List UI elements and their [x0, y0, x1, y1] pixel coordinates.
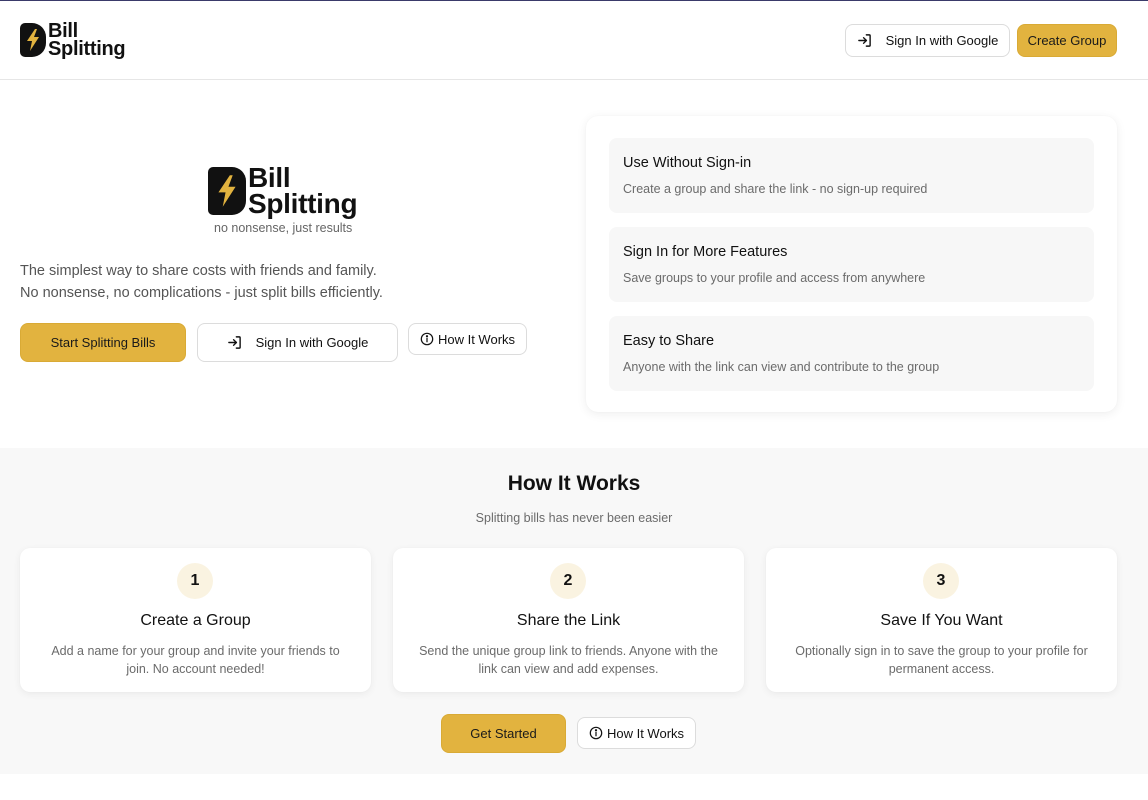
- hero-description-line1: The simplest way to share costs with fri…: [20, 263, 377, 279]
- hero-how-label: How It Works: [437, 331, 516, 347]
- section-how-label: How It Works: [606, 725, 685, 741]
- hero-logo-wordmark: Bill Splitting: [248, 162, 358, 219]
- header-logo[interactable]: Bill Splitting: [20, 21, 126, 61]
- features-card: Use Without Sign-in Create a group and s…: [586, 116, 1117, 412]
- brand-tagline: no nonsense, just results: [214, 221, 353, 235]
- section-how-it-works-button[interactable]: How It Works: [577, 717, 696, 749]
- lightning-bolt-icon: [20, 23, 46, 58]
- hero-description-line2: No nonsense, no complications - just spl…: [20, 284, 383, 301]
- step-title: Save If You Want: [880, 612, 1003, 629]
- step-text: Send the unique group link to friends. A…: [419, 644, 718, 676]
- feature-item: Use Without Sign-in Create a group and s…: [609, 138, 1094, 213]
- feature-item: Easy to Share Anyone with the link can v…: [609, 316, 1094, 391]
- get-started-label: Get Started: [470, 726, 537, 741]
- feature-title: Use Without Sign-in: [623, 155, 752, 171]
- feature-text: Create a group and share the link - no s…: [623, 182, 928, 196]
- feature-title: Easy to Share: [623, 333, 715, 349]
- sign-in-icon: [227, 335, 242, 350]
- logo-line2: Splitting: [48, 38, 126, 61]
- feature-text: Save groups to your profile and access f…: [623, 271, 926, 285]
- hero-signin-label: Sign In with Google: [255, 335, 369, 350]
- hero-how-it-works-button[interactable]: How It Works: [408, 323, 527, 355]
- feature-text: Anyone with the link can view and contri…: [623, 360, 940, 374]
- step-number: 2: [550, 563, 586, 599]
- how-title: How It Works: [507, 472, 641, 495]
- hero-logo-line1: Bill: [248, 162, 291, 193]
- step-title: Create a Group: [140, 612, 251, 629]
- header-signin-google-button[interactable]: Sign In with Google: [845, 24, 1010, 57]
- create-group-label: Create Group: [1027, 33, 1107, 48]
- header-signin-label: Sign In with Google: [885, 33, 999, 48]
- hero-signin-google-button[interactable]: Sign In with Google: [197, 323, 398, 362]
- step-text: Add a name for your group and invite you…: [51, 644, 340, 676]
- hero-logo: Bill Splitting: [208, 162, 358, 219]
- feature-title: Sign In for More Features: [623, 244, 788, 260]
- step-number: 1: [177, 563, 213, 599]
- logo-wordmark: Bill Splitting: [48, 21, 126, 61]
- info-icon: [589, 726, 603, 740]
- get-started-button[interactable]: Get Started: [441, 714, 566, 753]
- page-bottom: [0, 774, 1148, 800]
- start-splitting-button[interactable]: Start Splitting Bills: [20, 323, 186, 362]
- step-number: 3: [923, 563, 959, 599]
- sign-in-icon: [857, 33, 872, 48]
- site-header: Bill Splitting Sign In with Google Creat…: [0, 1, 1148, 80]
- hero-description: The simplest way to share costs with fri…: [20, 261, 383, 304]
- start-splitting-label: Start Splitting Bills: [50, 335, 156, 350]
- lightning-bolt-icon: [208, 166, 246, 215]
- info-icon: [420, 332, 434, 346]
- step-card: 2 Share the Link Send the unique group l…: [393, 548, 744, 692]
- step-text: Optionally sign in to save the group to …: [795, 644, 1088, 676]
- how-subtitle: Splitting bills has never been easier: [475, 511, 673, 525]
- create-group-button[interactable]: Create Group: [1017, 24, 1117, 57]
- feature-item: Sign In for More Features Save groups to…: [609, 227, 1094, 302]
- step-title: Share the Link: [516, 612, 621, 629]
- hero-logo-line2: Splitting: [248, 187, 358, 219]
- how-it-works-section: How It Works Splitting bills has never b…: [0, 448, 1148, 774]
- step-card: 1 Create a Group Add a name for your gro…: [20, 548, 371, 692]
- step-card: 3 Save If You Want Optionally sign in to…: [766, 548, 1117, 692]
